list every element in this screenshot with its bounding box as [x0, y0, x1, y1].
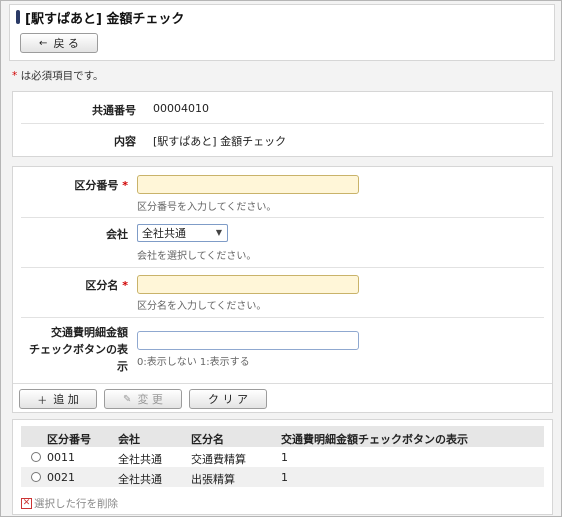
- change-button-label: 変 更: [137, 393, 163, 406]
- table-cell: 1: [281, 471, 288, 484]
- kubun-no-label-text: 区分番号: [74, 179, 119, 192]
- header-panel: [駅すぱあと] 金額チェック ← 戻 る: [9, 4, 555, 61]
- back-button[interactable]: ← 戻 る: [20, 33, 98, 53]
- pencil-icon: ✎: [123, 393, 132, 405]
- kubun-no-input[interactable]: [137, 175, 359, 194]
- delete-selected-label: 選択した行を削除: [34, 498, 118, 510]
- required-star: *: [122, 279, 128, 292]
- required-note-text: は必須項目です。: [17, 70, 104, 82]
- divider: [21, 217, 544, 218]
- plus-icon: ＋: [37, 395, 48, 407]
- kubun-name-label-text: 区分名: [85, 279, 119, 292]
- column-header: 区分番号: [47, 433, 91, 446]
- required-note: * は必須項目です。: [12, 68, 104, 83]
- kubun-no-hint: 区分番号を入力してください。: [137, 202, 277, 213]
- table-row[interactable]: 0021 全社共通 出張精算 1: [21, 467, 544, 487]
- table-cell: 0011: [47, 451, 75, 464]
- list-panel: 区分番号 会社 区分名 交通費明細金額チェックボタンの表示 0011 全社共通 …: [12, 419, 553, 515]
- kubun-name-label: 区分名 *: [13, 277, 128, 293]
- table-header: 区分番号 会社 区分名 交通費明細金額チェックボタンの表示: [21, 426, 544, 447]
- company-selected-value: 全社共通: [142, 227, 186, 240]
- table-cell: 全社共通: [118, 473, 162, 486]
- table-cell: 交通費精算: [191, 453, 246, 466]
- check-display-input[interactable]: [137, 331, 359, 350]
- delete-selected-button[interactable]: ✕ 選択した行を削除: [21, 496, 118, 511]
- row-select-radio[interactable]: [31, 452, 41, 462]
- table-cell: 0021: [47, 471, 75, 484]
- info-panel: 共通番号 00004010 内容 [駅すぱあと] 金額チェック: [12, 91, 553, 157]
- column-header: 区分名: [191, 433, 224, 446]
- check-display-label: 交通費明細金額 チェックボタンの表 示: [13, 324, 128, 375]
- add-button-label: 追 加: [53, 393, 79, 406]
- title-accent-bar: [16, 10, 20, 24]
- column-header: 会社: [118, 433, 140, 446]
- common-no-value: 00004010: [153, 102, 209, 115]
- kubun-name-hint: 区分名を入力してください。: [137, 301, 267, 312]
- change-button[interactable]: ✎ 変 更: [104, 389, 182, 409]
- page-title: [駅すぱあと] 金額チェック: [25, 12, 185, 27]
- back-button-label: 戻 る: [53, 37, 79, 50]
- kubun-no-label: 区分番号 *: [13, 177, 128, 193]
- check-display-hint: 0:表示しない 1:表示する: [137, 357, 250, 368]
- check-display-label-line1: 交通費明細金額: [51, 326, 128, 339]
- divider: [21, 267, 544, 268]
- delete-x-icon: ✕: [21, 498, 32, 509]
- check-display-label-line3: 示: [117, 360, 128, 373]
- action-bar-divider: [13, 383, 552, 384]
- window-frame: [駅すぱあと] 金額チェック ← 戻 る * は必須項目です。 共通番号 000…: [0, 0, 562, 517]
- content-label: 内容: [114, 135, 136, 148]
- clear-button-label: ク リ ア: [208, 393, 248, 406]
- kubun-name-input[interactable]: [137, 275, 359, 294]
- form-panel: 区分番号 * 区分番号を入力してください。 会社 全社共通 ▼ 会社を選択してく…: [12, 166, 553, 413]
- company-hint: 会社を選択してください。: [137, 251, 257, 262]
- content-value: [駅すぱあと] 金額チェック: [153, 135, 287, 148]
- check-display-label-line2: チェックボタンの表: [29, 343, 128, 356]
- company-label: 会社: [106, 228, 128, 241]
- divider: [21, 317, 544, 318]
- company-select[interactable]: 全社共通 ▼: [137, 224, 228, 242]
- row-select-radio[interactable]: [31, 472, 41, 482]
- table-row[interactable]: 0011 全社共通 交通費精算 1: [21, 447, 544, 467]
- table-cell: 出張精算: [191, 473, 235, 486]
- table-cell: 全社共通: [118, 453, 162, 466]
- add-button[interactable]: ＋ 追 加: [19, 389, 97, 409]
- arrow-left-icon: ←: [39, 37, 48, 49]
- table-cell: 1: [281, 451, 288, 464]
- column-header: 交通費明細金額チェックボタンの表示: [281, 433, 468, 446]
- dropdown-caret-icon: ▼: [215, 228, 222, 237]
- required-star: *: [122, 179, 128, 192]
- common-no-label: 共通番号: [92, 104, 136, 117]
- clear-button[interactable]: ク リ ア: [189, 389, 267, 409]
- divider: [21, 123, 544, 124]
